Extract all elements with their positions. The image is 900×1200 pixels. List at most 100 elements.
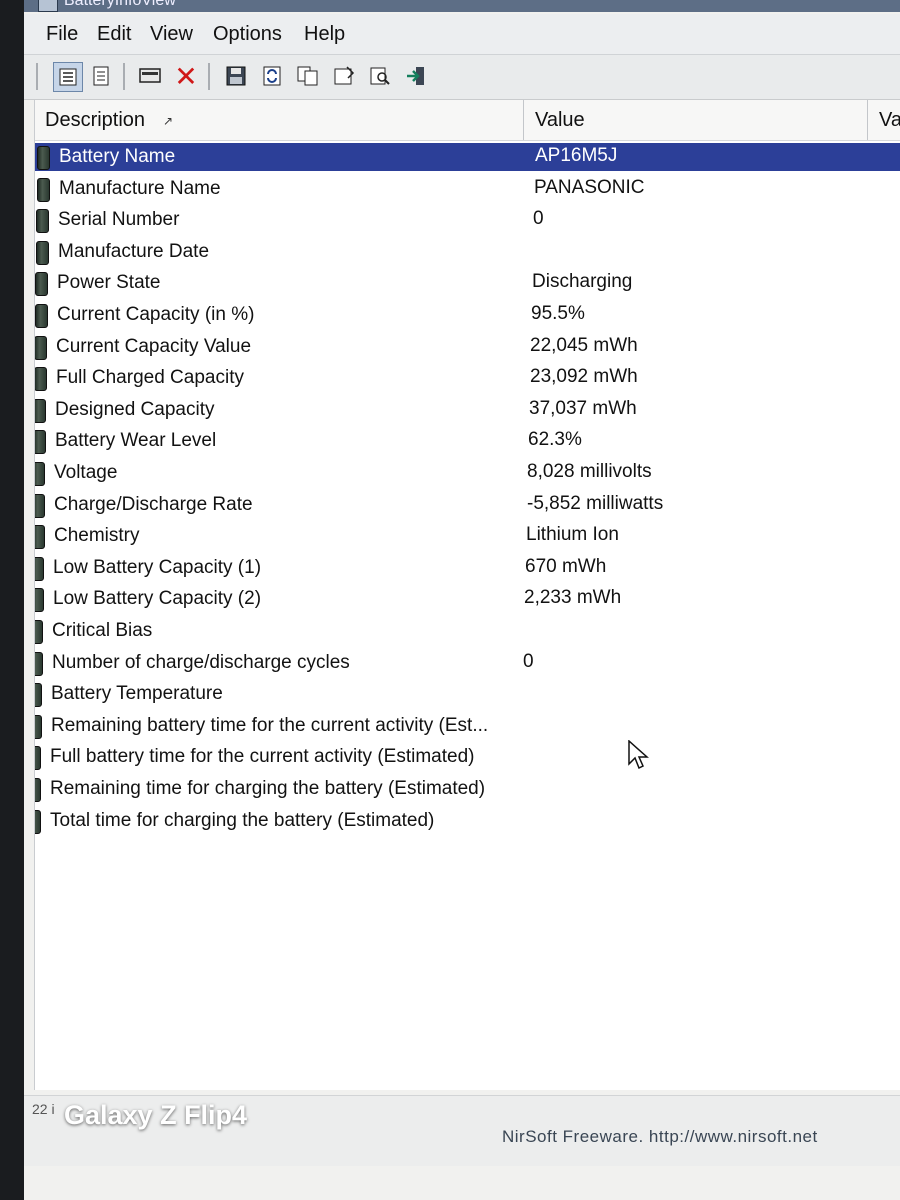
- table-row[interactable]: Total time for charging the battery (Est…: [35, 807, 900, 837]
- row-value: -5,852 milliwatts: [527, 492, 664, 514]
- column-divider[interactable]: [523, 100, 524, 140]
- battery-icon: [35, 367, 47, 392]
- row-description: Charge/Discharge Rate: [54, 493, 253, 515]
- table-row[interactable]: Critical Bias: [35, 617, 900, 647]
- battery-icon: [37, 177, 50, 202]
- table-row[interactable]: Chemistry Lithium Ion: [35, 522, 900, 552]
- row-description: Total time for charging the battery (Est…: [50, 809, 435, 831]
- battery-icon: [35, 746, 41, 771]
- battery-icon: [35, 462, 45, 486]
- menu-file[interactable]: File: [46, 23, 78, 46]
- battery-icon: [35, 304, 48, 328]
- row-description: Designed Capacity: [55, 398, 215, 420]
- table-row[interactable]: Designed Capacity 37,037 mWh: [35, 396, 900, 426]
- table-row[interactable]: Remaining time for charging the battery …: [35, 775, 900, 805]
- column-header-description[interactable]: Description: [45, 109, 145, 132]
- properties-icon[interactable]: [330, 62, 358, 90]
- copy-icon[interactable]: [294, 62, 322, 90]
- refresh-icon[interactable]: [258, 62, 286, 90]
- table-row[interactable]: Serial Number 0: [35, 206, 900, 236]
- row-description: Manufacture Name: [59, 177, 221, 199]
- toolbar-separator: [123, 63, 125, 90]
- row-description: Low Battery Capacity (2): [53, 588, 262, 610]
- item-count: 22 i: [32, 1101, 55, 1117]
- battery-icon: [35, 714, 42, 739]
- battery-icon: [35, 272, 48, 297]
- nirsoft-credit[interactable]: NirSoft Freeware. http://www.nirsoft.net: [502, 1127, 818, 1147]
- table-row[interactable]: Low Battery Capacity (1) 670 mWh: [35, 554, 900, 584]
- app-window: BatteryInfoView File Edit View Options H…: [24, 0, 900, 1200]
- row-value: 670 mWh: [525, 555, 607, 577]
- find-icon[interactable]: [366, 62, 394, 90]
- delete-icon[interactable]: ✕: [172, 61, 200, 92]
- sort-ascending-icon: ↗: [163, 114, 174, 128]
- battery-icon: [35, 651, 43, 676]
- row-description: Power State: [57, 272, 161, 294]
- battery-icon: [35, 398, 46, 423]
- battery-icon: [35, 683, 42, 708]
- row-value: 23,092 mWh: [530, 366, 638, 388]
- row-description: Critical Bias: [52, 620, 153, 641]
- table-row[interactable]: Manufacture Date: [35, 238, 900, 268]
- row-value: AP16M5J: [535, 145, 618, 166]
- battery-icon: [35, 525, 45, 550]
- list-view-icon[interactable]: [87, 62, 115, 90]
- app-icon: [38, 0, 58, 12]
- menu-edit[interactable]: Edit: [97, 23, 131, 46]
- battery-icon: [37, 146, 50, 170]
- row-description: Voltage: [54, 462, 118, 483]
- row-description: Remaining battery time for the current a…: [51, 714, 489, 736]
- save-icon[interactable]: [222, 62, 250, 90]
- column-header-extra[interactable]: Va: [879, 109, 900, 132]
- battery-info-list[interactable]: Description ↗ Value Va Battery Name AP16M…: [34, 100, 900, 1090]
- table-row[interactable]: Low Battery Capacity (2) 2,233 mWh: [35, 585, 900, 615]
- row-value: 8,028 millivolts: [527, 461, 652, 482]
- table-row[interactable]: Remaining battery time for the current a…: [35, 712, 900, 742]
- table-row[interactable]: Charge/Discharge Rate -5,852 milliwatts: [35, 491, 900, 521]
- table-row[interactable]: Number of charge/discharge cycles 0: [35, 649, 900, 679]
- window-title: BatteryInfoView: [64, 0, 176, 9]
- details-view-icon[interactable]: [53, 62, 83, 92]
- battery-icon: [36, 209, 49, 234]
- column-header-value[interactable]: Value: [535, 109, 585, 132]
- table-row[interactable]: Current Capacity Value 22,045 mWh: [35, 333, 900, 363]
- table-row[interactable]: Full battery time for the current activi…: [35, 743, 900, 773]
- battery-icon: [35, 778, 41, 802]
- row-value: 62.3%: [528, 429, 582, 451]
- table-row[interactable]: Current Capacity (in %) 95.5%: [35, 301, 900, 331]
- row-description: Full battery time for the current activi…: [50, 746, 475, 768]
- table-row[interactable]: Power State Discharging: [35, 269, 900, 299]
- row-value: 0: [523, 650, 534, 672]
- battery-icon: [35, 809, 41, 834]
- row-description: Manufacture Date: [58, 240, 210, 262]
- camera-watermark: Galaxy Z Flip4: [64, 1100, 248, 1130]
- mouse-pointer-icon: [628, 740, 649, 770]
- row-description: Serial Number: [58, 209, 180, 231]
- table-row[interactable]: Battery Name AP16M5J: [35, 143, 900, 173]
- row-value: 2,233 mWh: [524, 587, 622, 609]
- row-value: 0: [533, 208, 544, 230]
- monitor-icon[interactable]: [136, 62, 164, 90]
- row-value: 95.5%: [531, 303, 585, 324]
- battery-icon: [35, 556, 44, 581]
- table-row[interactable]: Full Charged Capacity 23,092 mWh: [35, 364, 900, 394]
- row-description: Remaining time for charging the battery …: [50, 778, 486, 799]
- row-description: Current Capacity Value: [56, 335, 252, 357]
- row-description: Number of charge/discharge cycles: [52, 651, 350, 673]
- battery-icon: [35, 620, 43, 644]
- row-description: Battery Temperature: [51, 683, 223, 705]
- column-divider[interactable]: [867, 100, 868, 140]
- table-row[interactable]: Voltage 8,028 millivolts: [35, 459, 900, 489]
- menu-help[interactable]: Help: [304, 23, 345, 46]
- menu-options[interactable]: Options: [213, 23, 282, 46]
- row-description: Chemistry: [54, 525, 140, 547]
- table-row[interactable]: Battery Wear Level 62.3%: [35, 427, 900, 457]
- row-description: Battery Name: [57, 145, 178, 169]
- menu-view[interactable]: View: [150, 23, 193, 46]
- table-row[interactable]: Manufacture Name PANASONIC: [35, 175, 900, 205]
- row-value: 22,045 mWh: [530, 334, 638, 356]
- toolbar-separator: [36, 63, 38, 90]
- exit-icon[interactable]: [402, 62, 430, 90]
- table-row[interactable]: Battery Temperature: [35, 680, 900, 710]
- row-description: Current Capacity (in %): [57, 304, 255, 325]
